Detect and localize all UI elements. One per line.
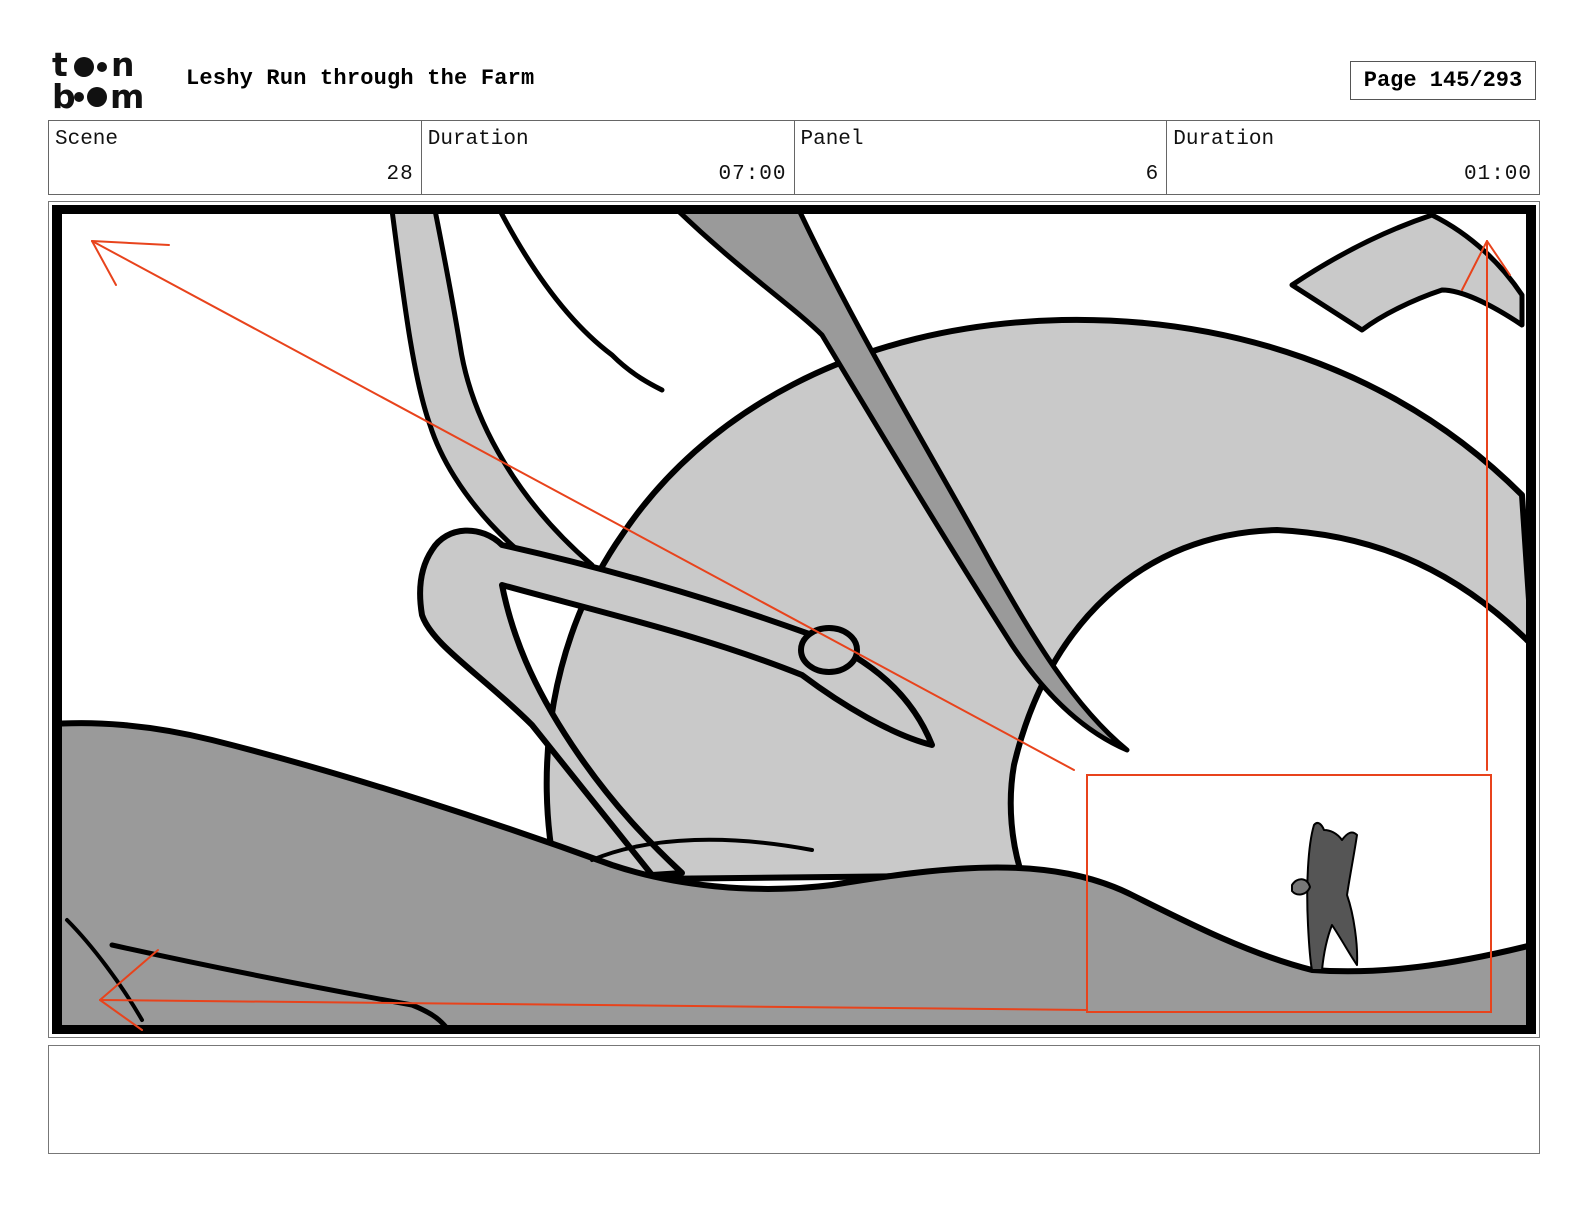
scene-duration-label: Duration (427, 128, 529, 151)
panel-duration-label: Duration (1173, 128, 1275, 151)
scene-cell: Scene 28 (49, 121, 422, 194)
panel-duration-value: 01:00 (1463, 163, 1532, 186)
scene-duration-value: 07:00 (718, 163, 787, 186)
project-title: Leshy Run through the Farm (186, 66, 535, 91)
panel-duration-cell: Duration 01:00 (1167, 121, 1539, 194)
scene-label: Scene (55, 128, 119, 151)
scene-value: 28 (386, 163, 414, 186)
panel-value: 6 (1145, 163, 1160, 186)
page-indicator: Page 145/293 (1350, 61, 1536, 100)
scene-duration-cell: Duration 07:00 (422, 121, 795, 194)
svg-text:m: m (110, 77, 144, 112)
panel-info-row: Scene 28 Duration 07:00 Panel 6 Duration… (48, 120, 1540, 195)
panel-notes-box (48, 1045, 1540, 1154)
panel-label: Panel (800, 128, 864, 151)
panel-cell: Panel 6 (795, 121, 1168, 194)
svg-text:b: b (52, 77, 76, 112)
toonboom-logo: t n b m (52, 50, 144, 112)
storyboard-drawing (52, 205, 1536, 1034)
branch-knot (798, 625, 860, 675)
